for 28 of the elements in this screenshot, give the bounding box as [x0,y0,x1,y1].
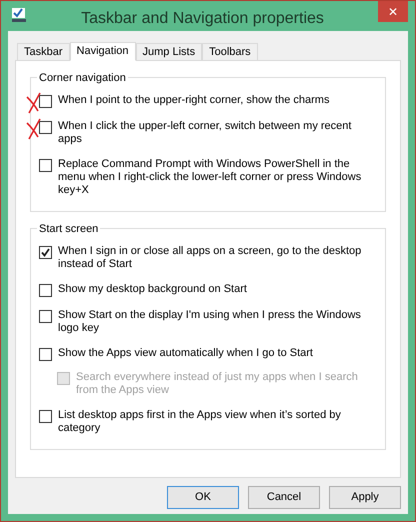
tab[interactable]: Jump Lists [136,43,202,60]
checkbox[interactable] [39,159,52,172]
option-label: When I sign in or close all apps on a screen, go to the desktop instead of Start [58,245,362,271]
option-label: Replace Command Prompt with Windows PowerShell in the menu when I right-click the lower-left corner or press Windows key+X [58,158,362,197]
close-button[interactable]: ✕ [378,1,408,22]
option-label: Show my desktop background on Start [58,283,248,296]
option-label: List desktop apps first in the Apps view when it’s sorted by category [58,409,342,435]
option-label: Show the Apps view automatically when I go to Start [58,347,314,360]
option-label: When I click the upper-left corner, switch between my recent apps [58,120,352,146]
option-label: When I point to the upper-right corner, show the charms [58,94,330,107]
option-label: Search everywhere instead of just my apps when I search from the Apps view [76,371,359,397]
checkbox[interactable] [39,348,52,361]
dialog-button[interactable]: Apply [329,486,401,509]
checkbox[interactable] [39,95,52,108]
tab[interactable]: Navigation [70,42,136,61]
window-title: Taskbar and Navigation properties [80,9,325,29]
dialog-button[interactable]: OK [167,486,239,509]
app-icon [11,7,27,23]
dialog-button[interactable]: Cancel [248,486,320,509]
checkbox[interactable] [39,121,52,134]
tab[interactable]: Taskbar [17,43,70,60]
checkbox[interactable] [39,410,52,423]
checkbox[interactable] [39,310,52,323]
group-title: Corner navigation [37,70,128,86]
checkbox[interactable] [39,284,52,297]
checkbox[interactable] [39,246,52,259]
option-label: Show Start on the display I'm using when I press the Windows logo key [58,309,362,335]
tab[interactable]: Toolbars [202,43,258,60]
